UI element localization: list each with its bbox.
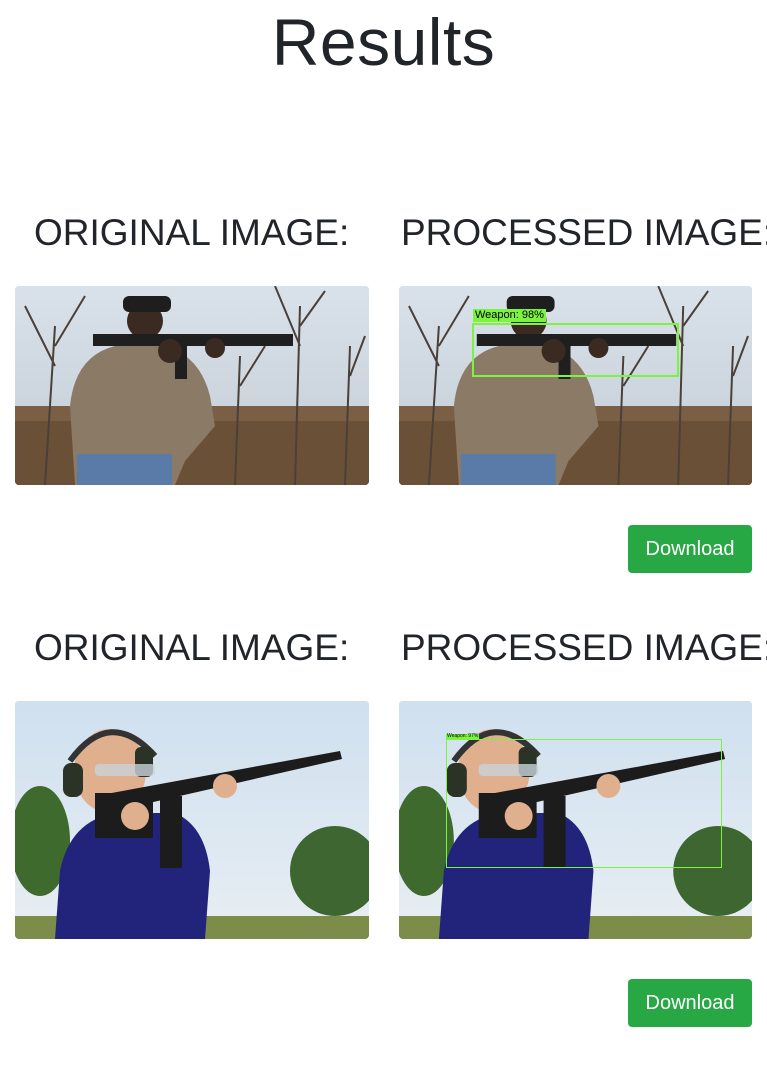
detection-box — [446, 739, 722, 868]
processed-image: Weapon: 98% — [399, 286, 752, 485]
original-image-heading: ORIGINAL IMAGE: — [34, 212, 350, 253]
detection-box — [472, 323, 679, 377]
download-button[interactable]: Download — [628, 979, 752, 1027]
processed-image-heading: PROCESSED IMAGE: — [401, 212, 767, 253]
download-button[interactable]: Download — [628, 525, 752, 573]
original-image — [15, 286, 369, 485]
detection-label: Weapon: 97% — [446, 733, 480, 739]
detection-label: Weapon: 98% — [473, 309, 546, 322]
page-title: Results — [271, 5, 496, 79]
original-image-heading: ORIGINAL IMAGE: — [34, 627, 350, 668]
processed-image-heading: PROCESSED IMAGE: — [401, 627, 767, 668]
processed-image: Weapon: 97% — [399, 701, 752, 939]
original-image — [15, 701, 369, 939]
